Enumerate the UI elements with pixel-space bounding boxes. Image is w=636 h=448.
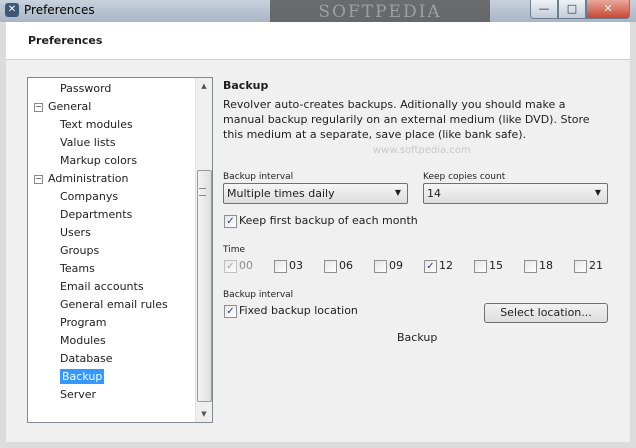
tree-item-label: Companys [60,190,119,203]
time-label-value: 06 [339,259,353,272]
time-checkbox[interactable] [324,260,337,273]
time-checkbox[interactable]: ✓ [424,260,437,273]
tree-item-label: General [48,100,92,113]
time-label-value: 18 [539,259,553,272]
page-title: Preferences [28,34,103,47]
tree-item[interactable]: Modules [60,332,106,350]
tree-item[interactable]: Text modules [60,116,133,134]
keep-monthly-label: Keep first backup of each month [239,214,418,227]
time-checkbox[interactable] [274,260,287,273]
time-checkbox[interactable] [524,260,537,273]
time-label-value: 03 [289,259,303,272]
tree-item-label: Markup colors [60,154,138,167]
tree-item[interactable]: Program [60,314,106,332]
chevron-down-icon: ▼ [394,188,402,197]
tree-item-label: Departments [60,208,133,221]
time-checkbox[interactable] [474,260,487,273]
dialog-header: Preferences [6,22,630,60]
tree-item[interactable]: − General [34,98,92,116]
tree-item[interactable]: Users [60,224,91,242]
maximize-button[interactable]: □ [558,0,586,19]
scroll-thumb[interactable] [197,170,212,402]
content-area: Password − General Text modules Value lists M… [6,60,630,442]
keep-monthly-checkbox[interactable]: ✓ [224,215,237,228]
watermark-text: www.softpedia.com [373,145,471,156]
time-checkbox[interactable]: ✓ [224,260,237,273]
collapse-icon[interactable]: − [34,103,43,112]
tree-item[interactable]: Email accounts [60,278,144,296]
tree-item-label: Email accounts [60,280,144,293]
time-label-value: 00 [239,259,253,272]
time-label-value: 15 [489,259,503,272]
preferences-tree[interactable]: Password − General Text modules Value lists M… [27,77,213,423]
tree-item-label: Groups [60,244,100,257]
tree-item-label: Users [60,226,91,239]
tree-item-label: Backup [60,369,105,384]
tree-item[interactable]: General email rules [60,296,168,314]
tree-item[interactable]: Database [60,350,113,368]
time-checkbox[interactable] [374,260,387,273]
tree-scrollbar[interactable]: ▲ ▼ [195,78,212,422]
time-label-value: 12 [439,259,453,272]
scroll-grip-icon [199,188,206,196]
close-button[interactable]: ✕ [586,0,630,19]
window-title: Preferences [24,3,95,17]
tree-item[interactable]: Value lists [60,134,116,152]
keep-copies-value: 14 [427,187,441,200]
tree-item[interactable]: Backup [60,368,105,386]
app-icon: ✕ [5,3,19,17]
tree-item[interactable]: Password [60,80,111,98]
tree-item-label: Teams [60,262,95,275]
tree-item-label: Server [60,388,97,401]
tree-item[interactable]: Teams [60,260,95,278]
keep-copies-select[interactable]: 14 ▼ [423,183,608,204]
tree-item-label: Modules [60,334,106,347]
location-section-label: Backup interval [223,290,294,300]
tree-item[interactable]: Companys [60,188,118,206]
collapse-icon[interactable]: − [34,175,43,184]
fixed-location-label: Fixed backup location [239,304,358,317]
backup-interval-label: Backup interval [223,172,294,182]
time-label-value: 21 [589,259,603,272]
fixed-location-checkbox[interactable]: ✓ [224,305,237,318]
scroll-down-icon[interactable]: ▼ [196,406,212,422]
minimize-button[interactable]: — [530,0,558,19]
tree-item-label: Value lists [60,136,116,149]
tree-item-label: Password [60,82,112,95]
time-label-value: 09 [389,259,403,272]
section-title: Backup [223,79,269,92]
tree-item-label: Text modules [60,118,133,131]
tree-item[interactable]: Markup colors [60,152,137,170]
backup-panel: Backup Revolver auto-creates backups. Ad… [223,77,618,421]
tree-item[interactable]: Groups [60,242,99,260]
watermark: SOFTPEDIA [270,0,490,22]
select-location-button[interactable]: Select location... [484,303,608,323]
tree-item-label: Database [60,352,113,365]
tree-item-label: Program [60,316,107,329]
time-label: Time [223,245,246,255]
tree-item-label: Administration [48,172,129,185]
backup-interval-value: Multiple times daily [227,187,335,200]
title-bar: ✕ Preferences SOFTPEDIA — □ ✕ [0,0,636,22]
chevron-down-icon: ▼ [594,188,602,197]
tree-item[interactable]: Server [60,386,96,404]
location-value: Backup [397,331,438,344]
backup-description: Revolver auto-creates backups. Aditional… [223,98,590,141]
tree-item[interactable]: Departments [60,206,132,224]
keep-copies-label: Keep copies count [423,172,506,182]
backup-interval-select[interactable]: Multiple times daily ▼ [223,183,408,204]
scroll-up-icon[interactable]: ▲ [196,78,212,94]
tree-item-label: General email rules [60,298,168,311]
tree-item[interactable]: − Administration [34,170,129,188]
time-checkbox[interactable] [574,260,587,273]
